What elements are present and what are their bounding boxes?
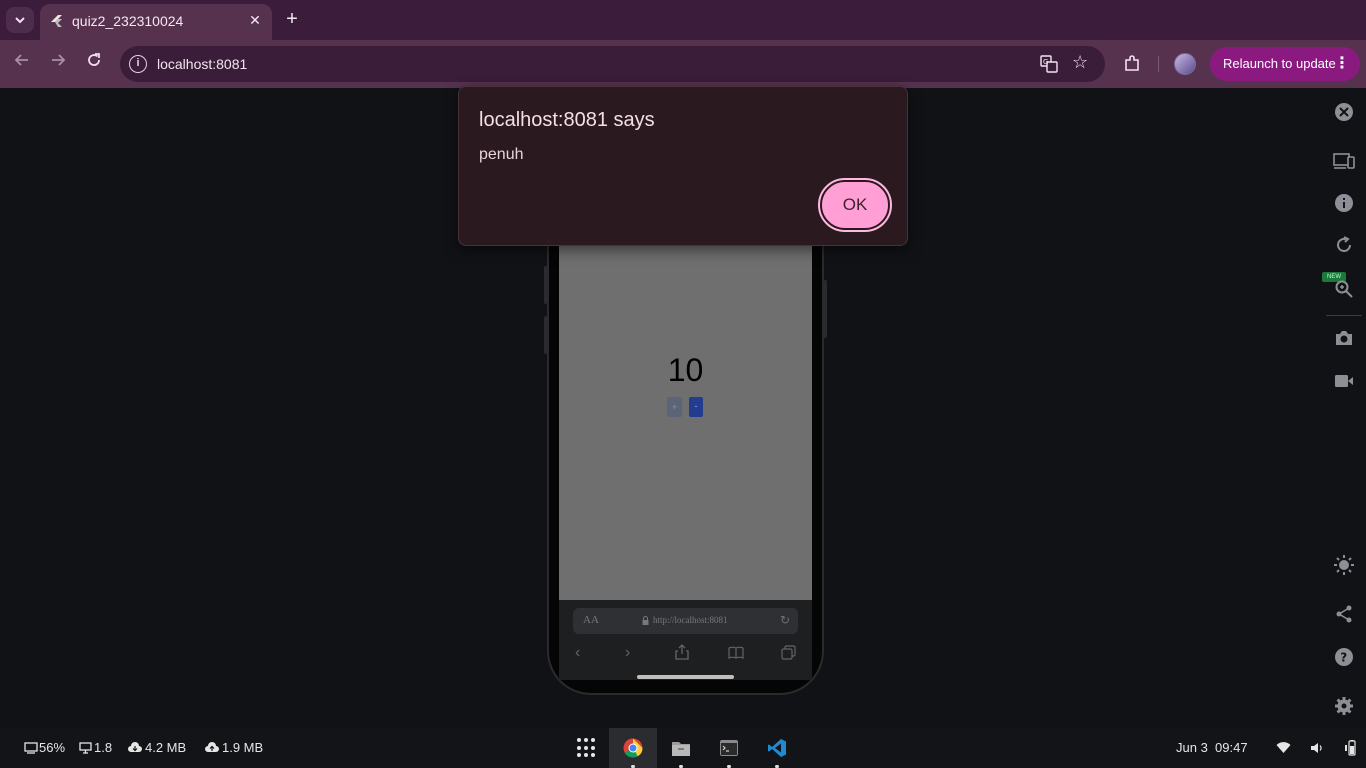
relaunch-label: Relaunch to update — [1223, 56, 1336, 71]
browser-tab[interactable]: quiz2_232310024 ✕ — [40, 4, 272, 40]
flutter-favicon-icon — [51, 15, 62, 27]
forward-arrow-icon[interactable] — [46, 52, 70, 76]
safari-address-bar[interactable]: AA http://localhost:8081 ↻ — [573, 608, 798, 634]
rotate-icon[interactable] — [1333, 234, 1355, 256]
phone-volume-up — [544, 266, 548, 304]
site-info-icon[interactable]: i — [129, 55, 147, 73]
svg-text:G: G — [1043, 58, 1048, 66]
files-app[interactable] — [657, 728, 705, 768]
back-arrow-icon[interactable] — [10, 52, 34, 76]
video-icon[interactable] — [1333, 370, 1355, 392]
svg-text:?: ? — [1340, 651, 1347, 665]
chrome-app[interactable] — [609, 728, 657, 768]
counter-value: 10 — [667, 352, 704, 388]
safari-url-text: http://localhost:8081 — [653, 615, 728, 625]
safari-reload-icon[interactable]: ↻ — [780, 613, 790, 627]
phone-screen: 10 + - — [559, 246, 812, 600]
alert-dialog: localhost:8081 says penuh OK — [458, 86, 908, 246]
folder-icon — [672, 742, 690, 756]
terminal-app[interactable] — [705, 728, 753, 768]
volume-icon[interactable] — [1310, 742, 1323, 754]
date: Jun 3 — [1176, 740, 1208, 755]
increment-button[interactable]: + — [667, 397, 682, 417]
vscode-app[interactable] — [753, 728, 801, 768]
settings-icon[interactable] — [1333, 695, 1355, 717]
launcher-icon[interactable] — [577, 738, 597, 758]
decrement-button[interactable]: - — [689, 397, 703, 417]
safari-bottom-bar: AA http://localhost:8081 ↻ ‹ › — [559, 600, 812, 680]
safari-tabs-icon[interactable] — [781, 645, 796, 660]
cloud-upload-icon — [205, 742, 219, 752]
address-bar[interactable]: i localhost:8081 G ☆ — [120, 46, 1105, 82]
home-indicator — [637, 675, 734, 679]
tab-strip: quiz2_232310024 ✕ + — [0, 0, 1366, 40]
monitor-icon — [79, 742, 92, 754]
phone-power-button — [823, 280, 827, 338]
battery-icon[interactable] — [1343, 740, 1357, 756]
dialog-message: penuh — [479, 146, 524, 163]
browser-toolbar: i localhost:8081 G ☆ Relaunch to update … — [0, 40, 1366, 88]
reload-icon[interactable] — [82, 52, 106, 76]
time: 09:47 — [1215, 740, 1248, 755]
tab-search-dropdown-button[interactable] — [6, 7, 34, 33]
terminal-icon — [720, 740, 738, 756]
ok-button[interactable]: OK — [818, 178, 892, 232]
phone-volume-down — [544, 316, 548, 354]
share-icon[interactable] — [1333, 603, 1355, 625]
rail-divider — [1326, 315, 1362, 316]
relaunch-to-update-button[interactable]: Relaunch to update ⋮ — [1210, 47, 1360, 81]
safari-bookmarks-icon[interactable] — [728, 646, 744, 659]
safari-back-icon[interactable]: ‹ — [575, 644, 580, 662]
system-shelf: 56% 1.8 4.2 MB 1.9 MB Jun 3 09:47 — [0, 728, 1366, 768]
safari-forward-icon[interactable]: › — [625, 644, 630, 662]
camera-icon[interactable] — [1333, 327, 1355, 349]
safari-share-icon[interactable] — [675, 644, 689, 660]
help-icon[interactable]: ? — [1333, 646, 1355, 668]
tab-title: quiz2_232310024 — [72, 13, 184, 29]
date-time[interactable]: Jun 3 09:47 — [1176, 740, 1248, 755]
new-tab-button[interactable]: + — [281, 8, 303, 30]
download-stat: 4.2 MB — [145, 740, 187, 755]
vscode-icon — [768, 739, 786, 757]
safari-aa-button[interactable]: AA — [583, 614, 599, 626]
tab-close-icon[interactable]: ✕ — [246, 11, 264, 29]
device-toggle-icon[interactable] — [1333, 150, 1355, 172]
brightness-icon[interactable] — [1333, 554, 1355, 576]
wifi-icon[interactable] — [1276, 742, 1291, 754]
extensions-puzzle-icon[interactable] — [1122, 54, 1142, 74]
upload-stat: 1.9 MB — [222, 740, 264, 755]
toolbar-divider — [1158, 56, 1159, 72]
dialog-title: localhost:8081 says — [479, 109, 655, 131]
url-text[interactable]: localhost:8081 — [157, 56, 247, 72]
cloud-download-icon — [128, 742, 142, 752]
close-icon[interactable] — [1333, 101, 1355, 123]
bookmark-star-icon[interactable]: ☆ — [1072, 52, 1088, 73]
lock-icon — [642, 616, 649, 625]
chevron-down-icon — [15, 17, 25, 24]
zoom-icon[interactable] — [1333, 278, 1355, 300]
translate-icon[interactable]: G — [1040, 55, 1058, 73]
battery-stat: 56% — [39, 740, 66, 755]
kebab-menu-icon[interactable]: ⋮ — [1334, 47, 1350, 81]
profile-avatar[interactable] — [1174, 53, 1196, 75]
chrome-icon — [623, 738, 643, 758]
info-icon[interactable] — [1333, 192, 1355, 214]
load-stat: 1.8 — [94, 740, 113, 755]
battery-chip-icon — [24, 742, 38, 754]
